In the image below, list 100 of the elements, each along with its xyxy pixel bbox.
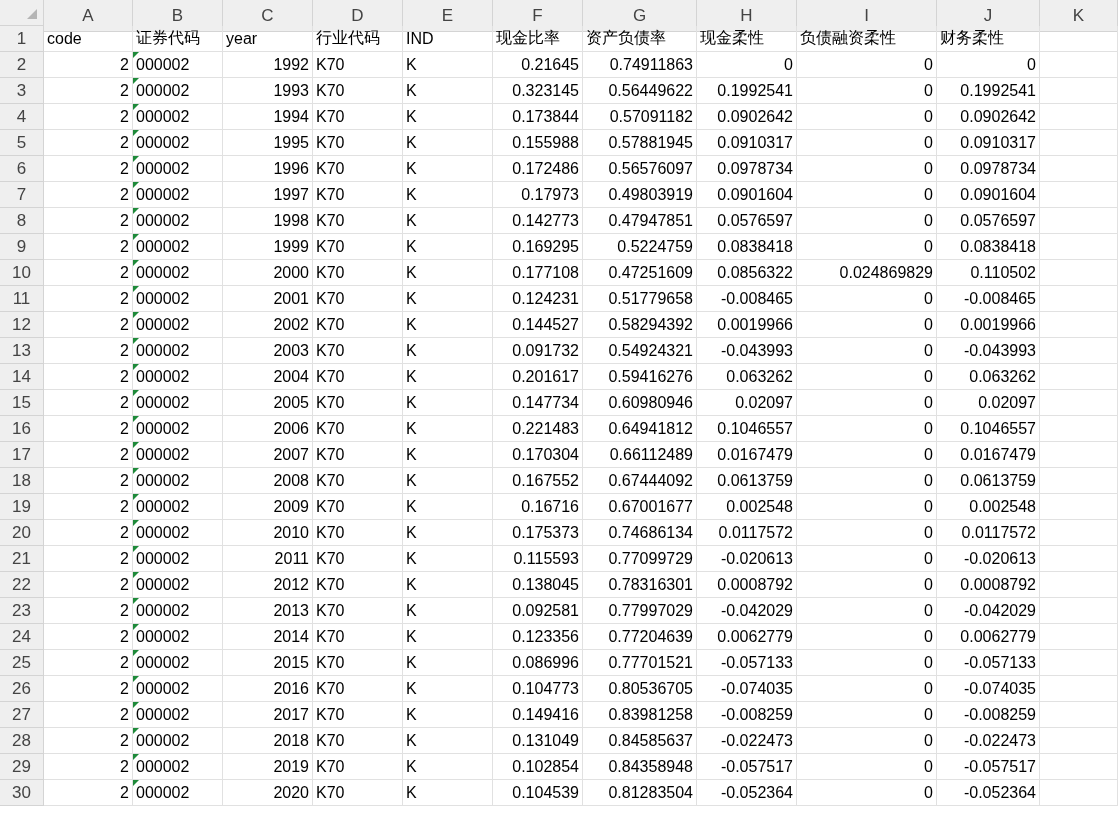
table-cell: K xyxy=(403,442,493,468)
table-cell: K xyxy=(403,182,493,208)
table-cell: K xyxy=(403,702,493,728)
table-cell: 000002 xyxy=(133,390,223,416)
table-cell: K xyxy=(403,676,493,702)
table-cell: -0.057133 xyxy=(697,650,797,676)
table-cell: 2 xyxy=(44,234,133,260)
table-cell: 1995 xyxy=(223,130,313,156)
table-cell: K70 xyxy=(313,130,403,156)
table-cell: K xyxy=(403,156,493,182)
table-cell: K xyxy=(403,390,493,416)
row-header[interactable]: 6 xyxy=(0,156,44,182)
table-cell: -0.057517 xyxy=(937,754,1040,780)
row-header[interactable]: 18 xyxy=(0,468,44,494)
table-cell: 0.02097 xyxy=(697,390,797,416)
row-header[interactable]: 7 xyxy=(0,182,44,208)
table-cell: 0.0901604 xyxy=(697,182,797,208)
table-cell: 0.104539 xyxy=(493,780,583,806)
column-header[interactable]: K xyxy=(1040,0,1118,32)
row-header[interactable]: 20 xyxy=(0,520,44,546)
table-cell: 0.5224759 xyxy=(583,234,697,260)
table-cell: 2018 xyxy=(223,728,313,754)
table-cell: 0.169295 xyxy=(493,234,583,260)
table-cell: 0 xyxy=(797,208,937,234)
table-cell: K70 xyxy=(313,78,403,104)
table-cell: 2 xyxy=(44,780,133,806)
table-cell: 0 xyxy=(797,182,937,208)
table-cell: 0.0901604 xyxy=(937,182,1040,208)
table-cell: 0 xyxy=(797,572,937,598)
table-cell: -0.042029 xyxy=(937,598,1040,624)
table-cell: 0.84358948 xyxy=(583,754,697,780)
table-cell: 0.0062779 xyxy=(697,624,797,650)
column-header[interactable]: E xyxy=(403,0,493,32)
row-header[interactable]: 14 xyxy=(0,364,44,390)
table-cell: 0 xyxy=(797,390,937,416)
row-header[interactable]: 29 xyxy=(0,754,44,780)
row-header[interactable]: 28 xyxy=(0,728,44,754)
row-header[interactable]: 17 xyxy=(0,442,44,468)
row-header[interactable]: 13 xyxy=(0,338,44,364)
row-header[interactable]: 24 xyxy=(0,624,44,650)
table-cell: IND xyxy=(403,26,493,52)
table-cell: 0.60980946 xyxy=(583,390,697,416)
table-cell: 2 xyxy=(44,624,133,650)
table-cell: 1998 xyxy=(223,208,313,234)
row-header[interactable]: 25 xyxy=(0,650,44,676)
table-cell: 2003 xyxy=(223,338,313,364)
row-header[interactable]: 15 xyxy=(0,390,44,416)
row-header[interactable]: 19 xyxy=(0,494,44,520)
table-cell: 0.1046557 xyxy=(937,416,1040,442)
row-header[interactable]: 3 xyxy=(0,78,44,104)
table-cell: 0.002548 xyxy=(937,494,1040,520)
table-cell: 0.57881945 xyxy=(583,130,697,156)
row-header[interactable]: 26 xyxy=(0,676,44,702)
table-cell: 0.124231 xyxy=(493,286,583,312)
table-cell: 2005 xyxy=(223,390,313,416)
row-header[interactable]: 21 xyxy=(0,546,44,572)
column-header[interactable]: C xyxy=(223,0,313,32)
table-cell: 2017 xyxy=(223,702,313,728)
row-header[interactable]: 9 xyxy=(0,234,44,260)
table-cell: 000002 xyxy=(133,754,223,780)
table-cell: 0 xyxy=(797,546,937,572)
row-header[interactable]: 16 xyxy=(0,416,44,442)
table-cell: K xyxy=(403,416,493,442)
table-cell: 2000 xyxy=(223,260,313,286)
row-header[interactable]: 30 xyxy=(0,780,44,806)
table-cell: K70 xyxy=(313,494,403,520)
table-cell: K70 xyxy=(313,390,403,416)
row-header[interactable]: 4 xyxy=(0,104,44,130)
table-cell: 0 xyxy=(797,754,937,780)
row-header[interactable]: 5 xyxy=(0,130,44,156)
row-header[interactable]: 23 xyxy=(0,598,44,624)
text-number-flag-icon xyxy=(133,260,139,266)
table-cell: 财务柔性 xyxy=(937,26,1040,52)
row-header[interactable]: 8 xyxy=(0,208,44,234)
select-all-icon[interactable] xyxy=(27,9,37,19)
text-number-flag-icon xyxy=(133,598,139,604)
row-header[interactable]: 12 xyxy=(0,312,44,338)
table-cell: 000002 xyxy=(133,364,223,390)
row-header[interactable]: 1 xyxy=(0,26,44,52)
column-header[interactable]: A xyxy=(44,0,133,32)
row-header[interactable]: 22 xyxy=(0,572,44,598)
row-header[interactable]: 2 xyxy=(0,52,44,78)
table-cell: 2 xyxy=(44,520,133,546)
table-cell: 1999 xyxy=(223,234,313,260)
table-cell: 0.0838418 xyxy=(937,234,1040,260)
row-header[interactable]: 11 xyxy=(0,286,44,312)
text-number-flag-icon xyxy=(133,312,139,318)
table-cell: 0 xyxy=(797,338,937,364)
table-cell: 现金比率 xyxy=(493,26,583,52)
row-header[interactable]: 27 xyxy=(0,702,44,728)
table-cell: 2 xyxy=(44,572,133,598)
row-header[interactable]: 10 xyxy=(0,260,44,286)
table-cell: 000002 xyxy=(133,234,223,260)
table-cell: K xyxy=(403,624,493,650)
table-cell: 0.221483 xyxy=(493,416,583,442)
table-cell: 0.56449622 xyxy=(583,78,697,104)
table-cell: 0.02097 xyxy=(937,390,1040,416)
table-cell: 2 xyxy=(44,182,133,208)
table-cell: 0.149416 xyxy=(493,702,583,728)
table-cell: 000002 xyxy=(133,442,223,468)
